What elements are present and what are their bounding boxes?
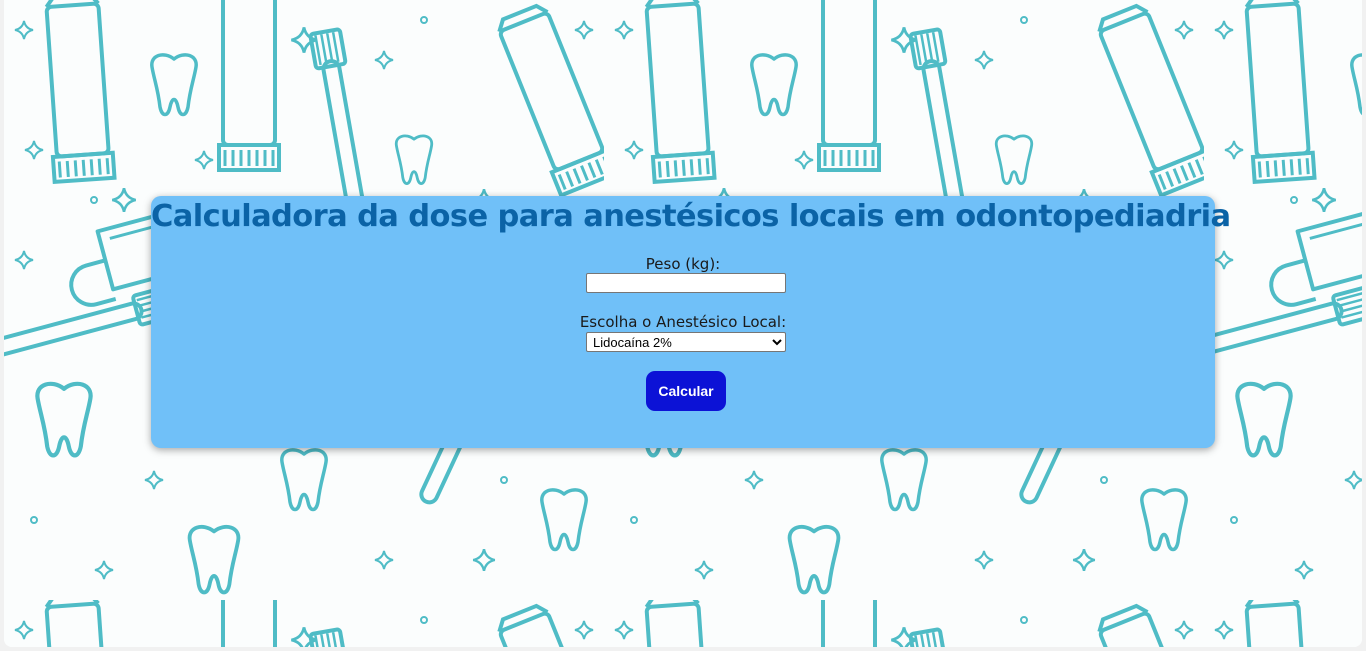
weight-input[interactable] (586, 273, 786, 293)
page-viewport: Calculadora da dose para anestésicos loc… (4, 0, 1362, 647)
calculator-card: Calculadora da dose para anestésicos loc… (151, 196, 1231, 448)
page-title: Calculadora da dose para anestésicos loc… (151, 199, 1231, 234)
weight-label: Peso (kg): (645, 255, 721, 273)
calculate-button[interactable]: Calcular (646, 371, 726, 411)
anesthetic-select[interactable]: Lidocaína 2% (586, 332, 786, 352)
anesthetic-label: Escolha o Anestésico Local: (579, 313, 787, 331)
